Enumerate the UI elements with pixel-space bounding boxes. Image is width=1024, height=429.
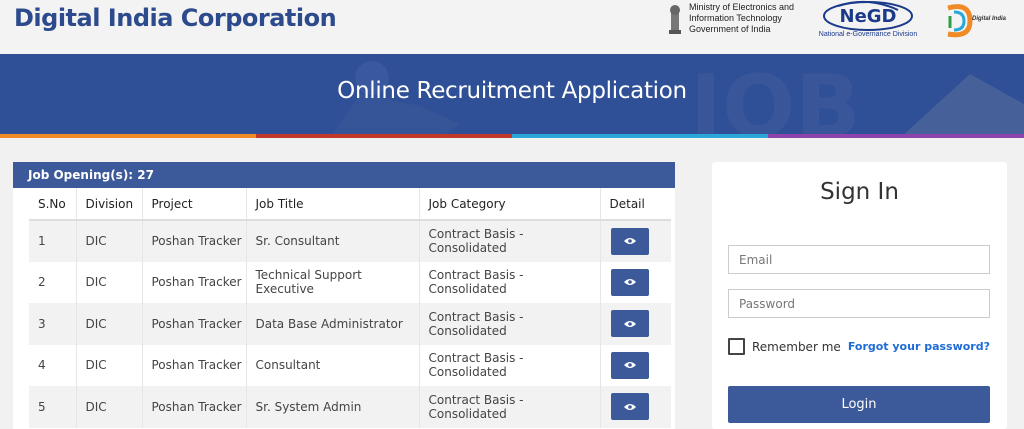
- sign-in-title: Sign In: [820, 179, 899, 205]
- eye-icon: [623, 238, 636, 245]
- cell-job-category: Contract Basis - Consolidated: [418, 261, 600, 303]
- cell-job-title: Consultant: [245, 344, 419, 386]
- top-header: Digital India Corporation Ministry of El…: [0, 0, 1024, 54]
- view-detail-button[interactable]: [610, 351, 649, 379]
- email-field[interactable]: [728, 245, 990, 274]
- cell-project: Poshan Tracker: [141, 303, 246, 345]
- column-header: S.No: [29, 188, 76, 221]
- cell-job-category: Contract Basis - Consolidated: [418, 303, 600, 345]
- eye-icon: [623, 403, 636, 410]
- view-detail-button[interactable]: [610, 310, 649, 338]
- cell-division: DIC: [75, 344, 142, 386]
- partner-logos: Ministry of Electronics and Information …: [660, 0, 1024, 54]
- banner-color-stripe: [0, 134, 1024, 138]
- cell-detail: [599, 344, 671, 386]
- remember-me-label: Remember me: [752, 339, 841, 354]
- cell-sno: 2: [29, 261, 76, 303]
- view-detail-button[interactable]: [610, 393, 649, 421]
- digital-india-text: Digital India: [972, 16, 1007, 22]
- cell-project: Poshan Tracker: [141, 386, 246, 428]
- password-field[interactable]: [728, 289, 990, 318]
- table-row: 4 DIC Poshan Tracker Consultant Contract…: [29, 344, 671, 386]
- eye-icon: [623, 279, 636, 286]
- cell-detail: [599, 220, 671, 262]
- job-openings-panel: Job Opening(s): 27 S.No Division Project…: [13, 162, 675, 429]
- cell-sno: 3: [29, 303, 76, 345]
- cell-job-category: Contract Basis - Consolidated: [418, 344, 600, 386]
- cell-detail: [599, 261, 671, 303]
- cell-project: Poshan Tracker: [141, 344, 246, 386]
- cell-division: DIC: [75, 261, 142, 303]
- cell-job-title: Sr. System Admin: [245, 386, 419, 428]
- cell-job-title: Data Base Administrator: [245, 303, 419, 345]
- cell-job-category: Contract Basis - Consolidated: [418, 220, 600, 262]
- cell-sno: 4: [29, 344, 76, 386]
- table-row: 1 DIC Poshan Tracker Sr. Consultant Cont…: [29, 220, 671, 262]
- table-row: 5 DIC Poshan Tracker Sr. System Admin Co…: [29, 386, 671, 428]
- cell-division: DIC: [75, 303, 142, 345]
- column-header: Detail: [599, 188, 671, 221]
- column-header: Division: [75, 188, 142, 221]
- cell-job-category: Contract Basis - Consolidated: [418, 386, 600, 428]
- login-button[interactable]: Login: [728, 386, 990, 423]
- site-title: Digital India Corporation: [14, 4, 337, 32]
- job-openings-table: S.No Division Project Job Title Job Cate…: [29, 188, 671, 428]
- forgot-password-link[interactable]: Forgot your password?: [848, 340, 990, 353]
- cell-project: Poshan Tracker: [141, 261, 246, 303]
- remember-me[interactable]: Remember me: [728, 338, 841, 355]
- cell-detail: [599, 303, 671, 345]
- column-header: Project: [141, 188, 246, 221]
- table-row: 2 DIC Poshan Tracker Technical Support E…: [29, 261, 671, 303]
- cell-division: DIC: [75, 386, 142, 428]
- remember-me-checkbox[interactable]: [728, 338, 745, 355]
- banner-title: Online Recruitment Application: [337, 78, 687, 104]
- svg-text:NeGD: NeGD: [840, 6, 897, 27]
- hero-banner: JOB Online Recruitment Application: [0, 54, 1024, 138]
- cell-project: Poshan Tracker: [141, 220, 246, 262]
- cell-job-title: Sr. Consultant: [245, 220, 419, 262]
- cell-sno: 5: [29, 386, 76, 428]
- view-detail-button[interactable]: [610, 227, 649, 255]
- table-row: 3 DIC Poshan Tracker Data Base Administr…: [29, 303, 671, 345]
- column-header: Job Title: [245, 188, 419, 221]
- job-openings-count: Job Opening(s): 27: [13, 162, 675, 188]
- eye-icon: [623, 320, 636, 327]
- column-header: Job Category: [418, 188, 600, 221]
- meity-logo-text: Ministry of Electronics and Information …: [689, 2, 795, 34]
- sign-in-panel: Sign In Remember me Forgot your password…: [712, 162, 1007, 429]
- eye-icon: [623, 362, 636, 369]
- view-detail-button[interactable]: [610, 268, 649, 296]
- table-header-row: S.No Division Project Job Title Job Cate…: [29, 188, 671, 221]
- cell-detail: [599, 386, 671, 428]
- cell-division: DIC: [75, 220, 142, 262]
- national-emblem-icon: [669, 5, 681, 34]
- cell-sno: 1: [29, 220, 76, 262]
- negd-subtitle: National e-Governance Division: [818, 31, 918, 38]
- cell-job-title: Technical Support Executive: [245, 261, 419, 303]
